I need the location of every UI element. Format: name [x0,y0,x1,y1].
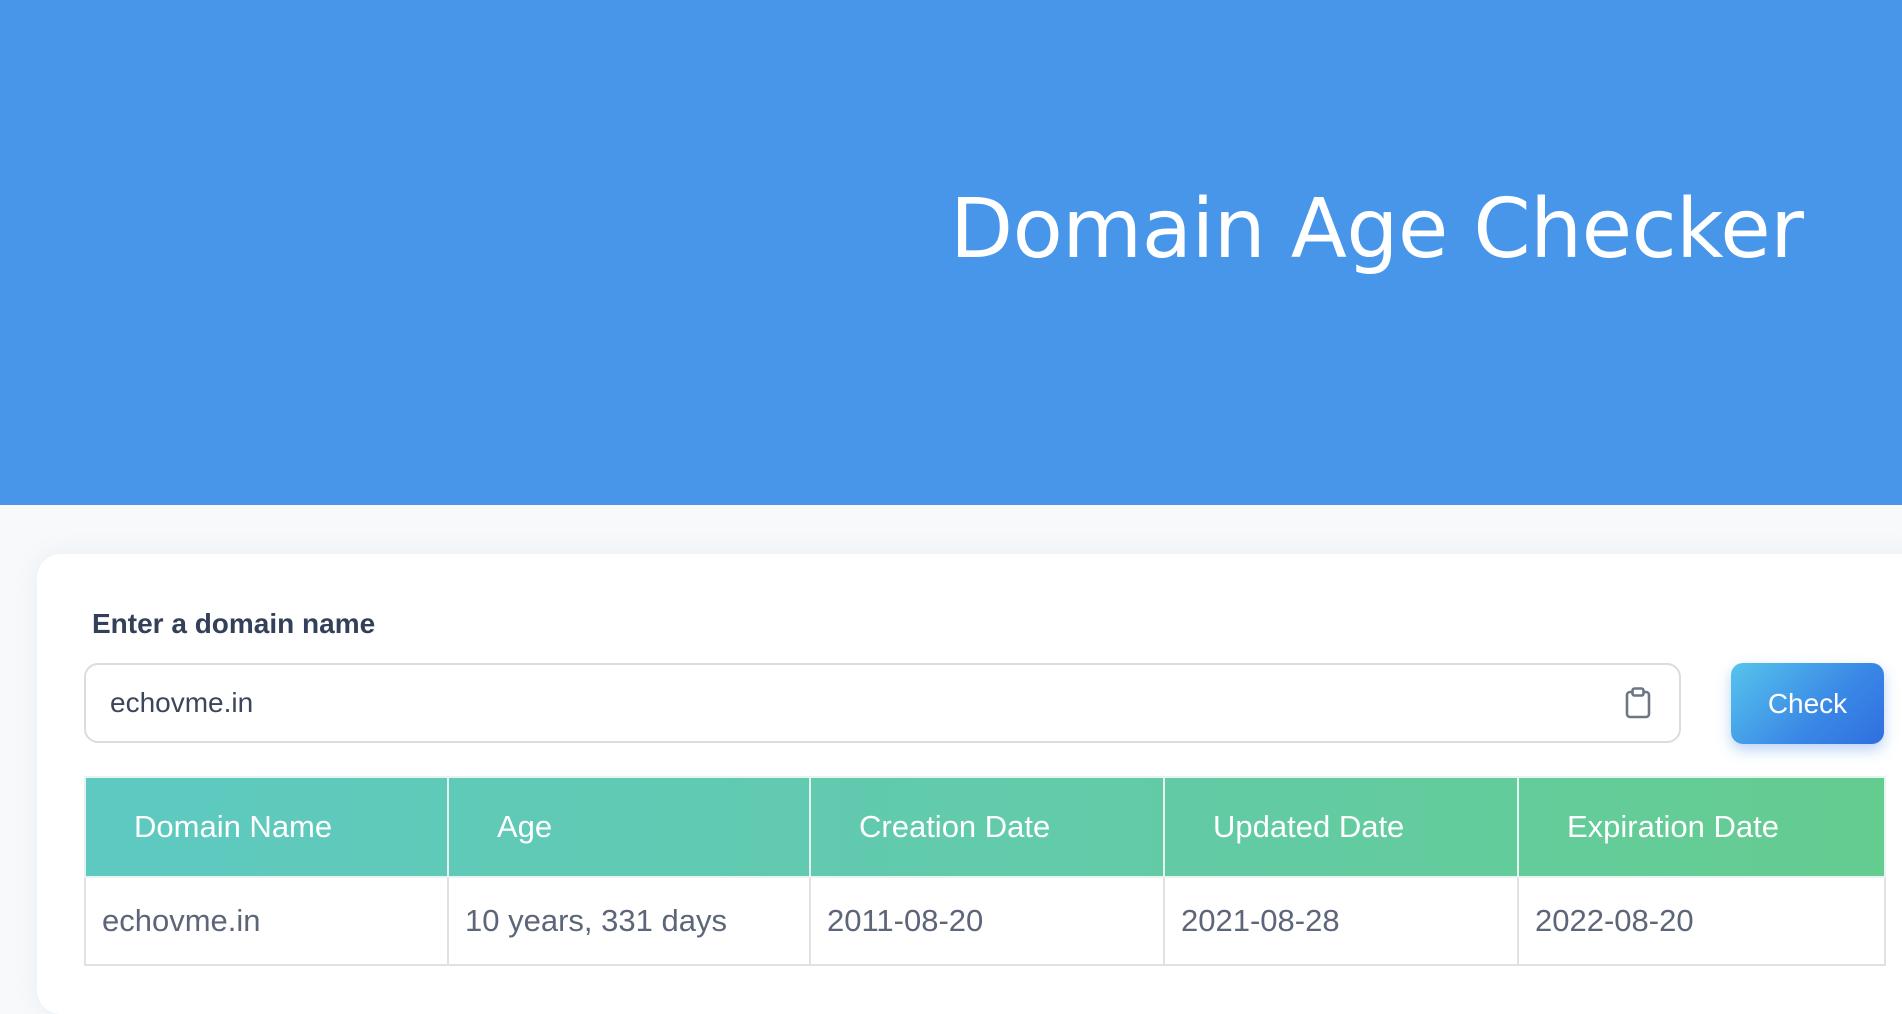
domain-field-label: Enter a domain name [92,608,376,639]
column-header-creation-date: Creation Date [809,776,1165,878]
check-button[interactable]: Check [1731,663,1884,744]
page-title: Domain Age Checker [950,182,1804,277]
cell-domain-name: echovme.in [84,876,449,966]
column-header-domain-name: Domain Name [84,776,449,878]
clipboard-icon[interactable] [1625,687,1651,719]
cell-age: 10 years, 331 days [447,876,811,966]
column-header-age: Age [447,776,811,878]
domain-input[interactable] [110,665,1590,741]
cell-updated-date: 2021-08-28 [1163,876,1519,966]
column-header-updated-date: Updated Date [1163,776,1519,878]
column-header-expiration-date: Expiration Date [1517,776,1886,878]
table-header-row: Domain Name Age Creation Date Updated Da… [84,776,1886,878]
cell-creation-date: 2011-08-20 [809,876,1165,966]
results-table: Domain Name Age Creation Date Updated Da… [84,776,1886,966]
clipboard-icon-graphic [1625,687,1651,719]
hero-banner: Domain Age Checker [0,0,1902,505]
table-row: echovme.in 10 years, 331 days 2011-08-20… [84,876,1886,966]
checker-card: Enter a domain name Check Domain Name Ag… [37,554,1902,1014]
domain-input-wrapper [84,663,1681,743]
cell-expiration-date: 2022-08-20 [1517,876,1886,966]
